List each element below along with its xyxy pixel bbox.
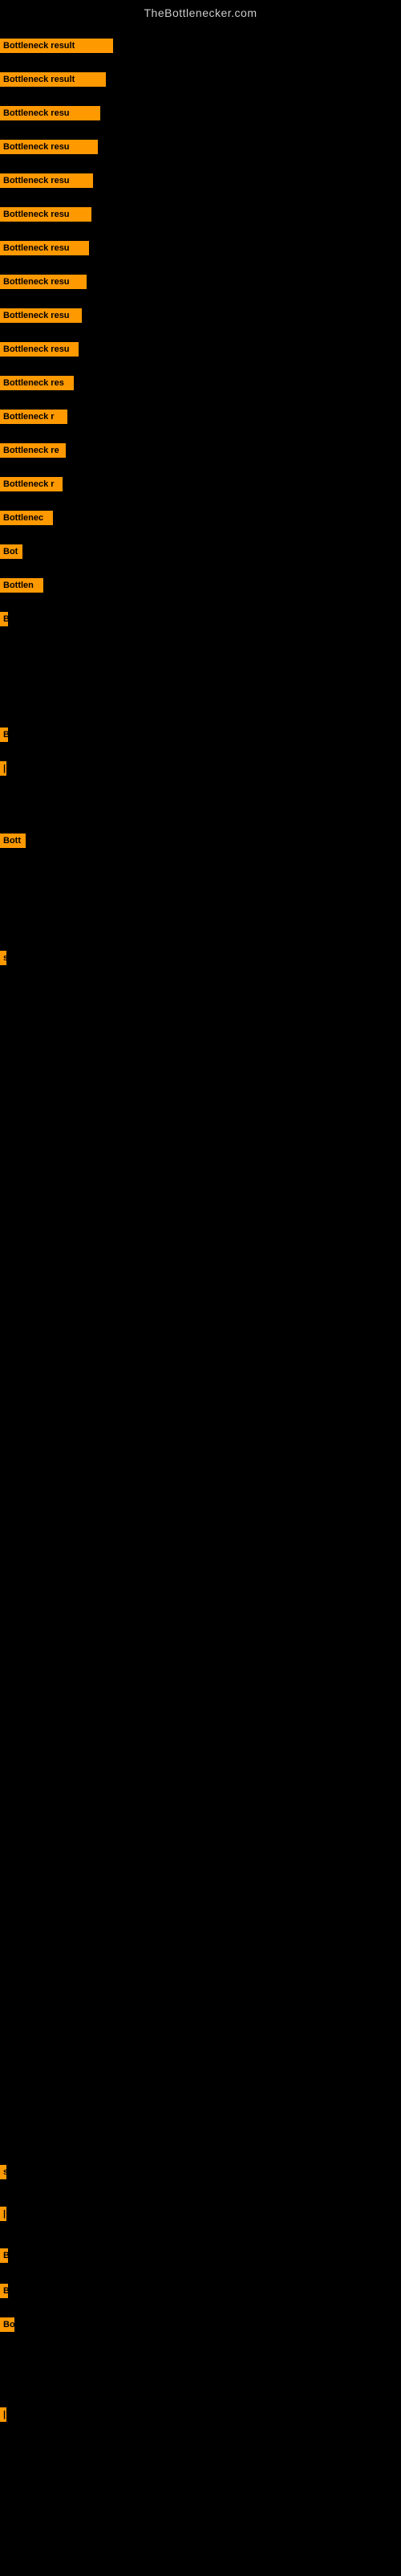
- bar-row: Bottleneck resu: [0, 342, 79, 357]
- bar-row: |: [0, 761, 6, 776]
- bar-label: Bottleneck resu: [0, 275, 87, 289]
- bar-label: Bottleneck resu: [0, 173, 93, 188]
- bar-label: B: [0, 2248, 8, 2263]
- bar-row: Bottleneck resu: [0, 308, 82, 323]
- bar-row: Bottleneck resu: [0, 106, 100, 120]
- bar-row: Bottleneck result: [0, 72, 106, 87]
- bar-label: s: [0, 2165, 6, 2179]
- bar-row: Bottlen: [0, 578, 43, 593]
- bar-row: Bottleneck resu: [0, 241, 89, 255]
- bar-row: Bottlenec: [0, 511, 53, 525]
- bar-row: Bottleneck resu: [0, 207, 91, 222]
- bar-row: B: [0, 728, 8, 742]
- bar-row: Bott: [0, 834, 26, 848]
- bar-label: Bottleneck resu: [0, 106, 100, 120]
- bar-row: |: [0, 2407, 6, 2422]
- bar-row: B: [0, 2284, 8, 2298]
- bar-row: Bo: [0, 2317, 14, 2332]
- bar-row: Bottleneck result: [0, 39, 113, 53]
- bar-label: Bottlen: [0, 578, 43, 593]
- bar-row: Bottleneck r: [0, 477, 63, 491]
- bar-row: Bottleneck resu: [0, 173, 93, 188]
- bar-label: Bottleneck resu: [0, 207, 91, 222]
- bar-label: s: [0, 951, 6, 965]
- bar-label: B: [0, 612, 8, 626]
- bar-row: B: [0, 2248, 8, 2263]
- bar-label: |: [0, 2207, 6, 2221]
- bar-label: Bott: [0, 834, 26, 848]
- bar-label: Bottleneck resu: [0, 140, 98, 154]
- bar-row: Bottleneck resu: [0, 275, 87, 289]
- bar-label: Bottleneck result: [0, 39, 113, 53]
- bar-label: |: [0, 2407, 6, 2422]
- bar-label: Bottleneck r: [0, 477, 63, 491]
- bar-row: Bot: [0, 544, 22, 559]
- bar-label: B: [0, 2284, 8, 2298]
- site-title: TheBottlenecker.com: [0, 0, 401, 22]
- bar-row: B: [0, 612, 8, 626]
- bar-label: Bot: [0, 544, 22, 559]
- bar-label: Bottleneck res: [0, 376, 74, 390]
- bar-label: Bottleneck re: [0, 443, 66, 458]
- bar-label: B: [0, 728, 8, 742]
- bar-label: |: [0, 761, 6, 776]
- bar-row: s: [0, 951, 6, 965]
- bar-label: Bottleneck r: [0, 410, 67, 424]
- bar-row: Bottleneck re: [0, 443, 66, 458]
- bar-row: Bottleneck resu: [0, 140, 98, 154]
- bar-row: Bottleneck res: [0, 376, 74, 390]
- bar-label: Bottleneck resu: [0, 308, 82, 323]
- bar-row: |: [0, 2207, 6, 2221]
- bar-label: Bo: [0, 2317, 14, 2332]
- bar-label: Bottlenec: [0, 511, 53, 525]
- bar-row: Bottleneck r: [0, 410, 67, 424]
- bar-row: s: [0, 2165, 6, 2179]
- bar-label: Bottleneck resu: [0, 342, 79, 357]
- bar-label: Bottleneck result: [0, 72, 106, 87]
- bar-label: Bottleneck resu: [0, 241, 89, 255]
